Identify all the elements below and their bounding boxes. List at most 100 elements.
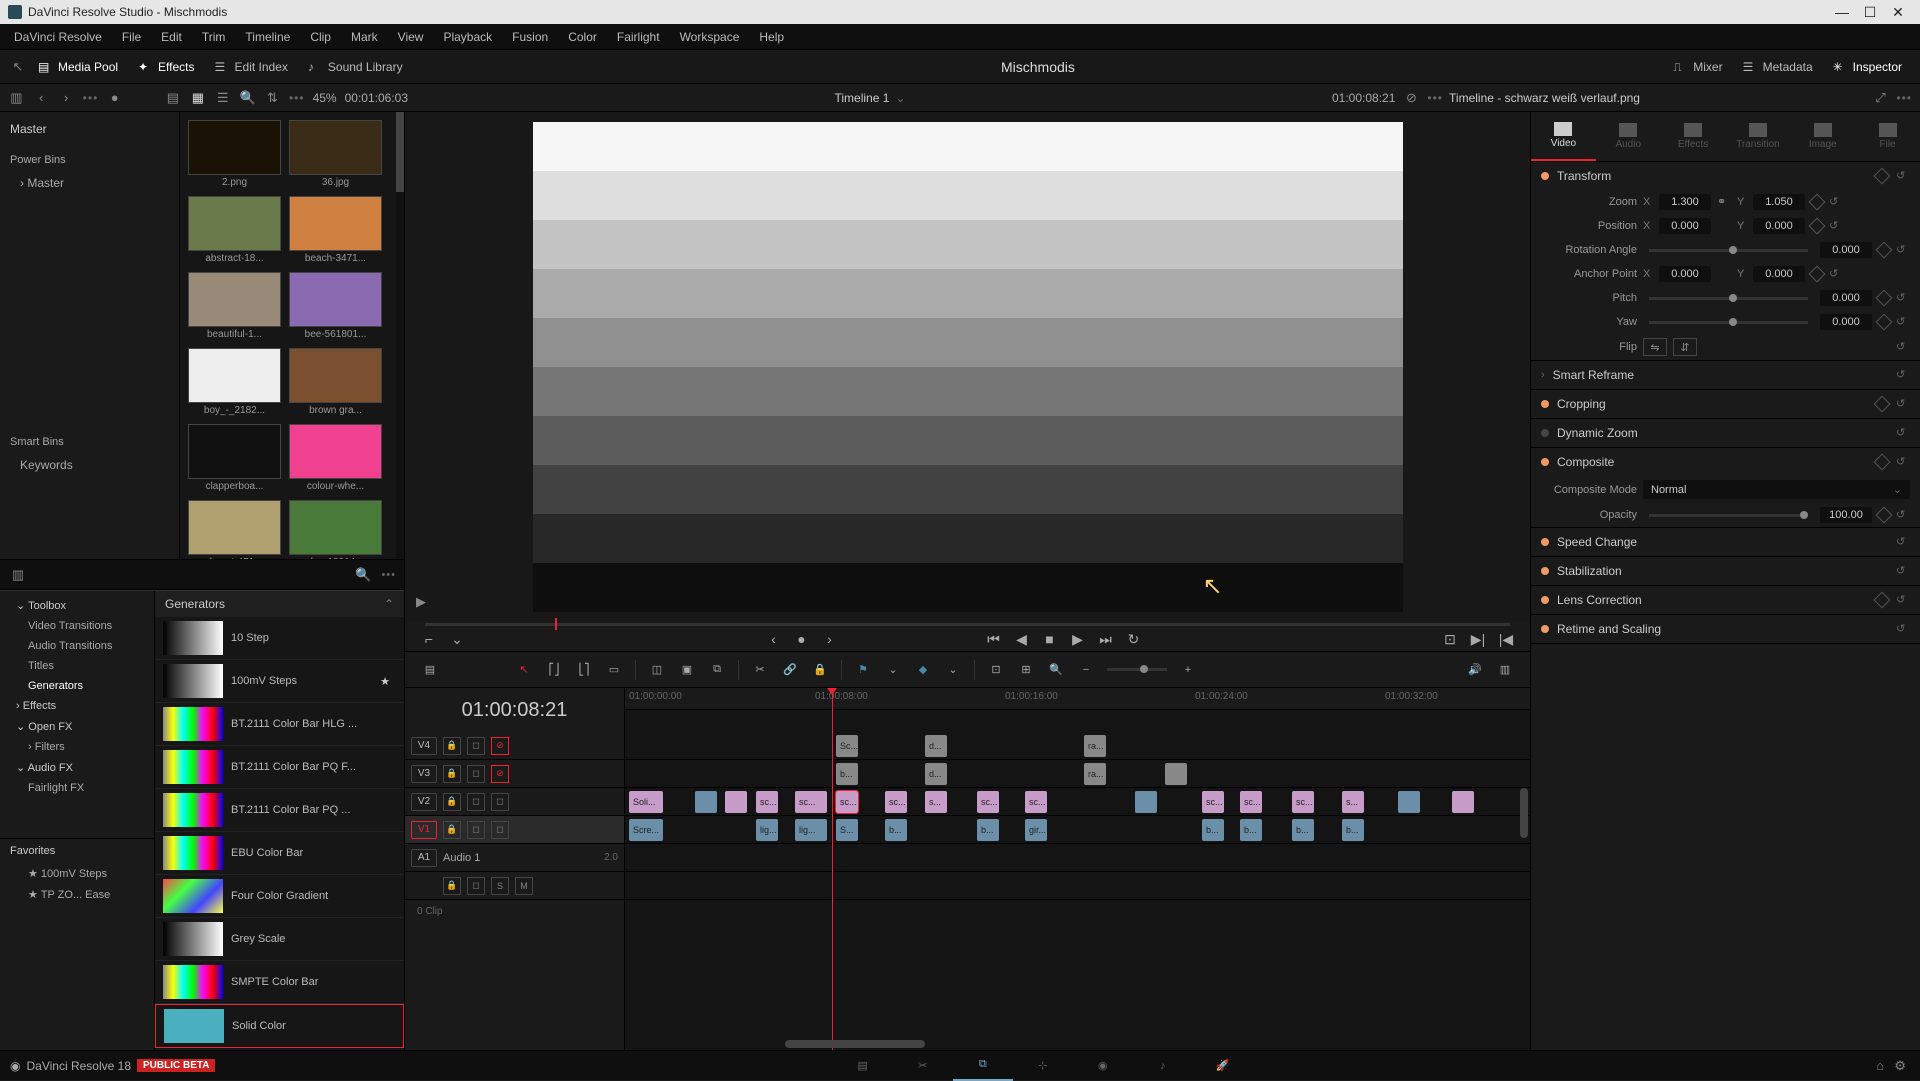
stop-button[interactable]: ■: [1038, 627, 1062, 651]
generator-item[interactable]: BT.2111 Color Bar PQ F...: [155, 746, 404, 789]
fusion-page-button[interactable]: ⊹: [1013, 1051, 1073, 1081]
track-auto-icon[interactable]: ◻: [467, 765, 485, 783]
menu-color[interactable]: Color: [558, 30, 607, 44]
close-button[interactable]: ✕: [1884, 4, 1912, 21]
cropping-header[interactable]: Cropping↺: [1531, 390, 1920, 418]
zoom-level[interactable]: 45%: [313, 91, 337, 105]
mark-dropdown-icon[interactable]: ⌄: [445, 627, 469, 651]
strip-view-icon[interactable]: ▤: [165, 88, 182, 108]
timeline-clip[interactable]: b...: [1292, 819, 1314, 841]
keyframe-dot-icon[interactable]: ●: [790, 627, 814, 651]
inspector-tab-effects[interactable]: Effects: [1661, 112, 1726, 161]
timeline-clip[interactable]: sc...: [885, 791, 907, 813]
reset-icon[interactable]: ↺: [1896, 426, 1910, 440]
audio-mute-button[interactable]: M: [515, 877, 533, 895]
menu-trim[interactable]: Trim: [192, 30, 236, 44]
media-item[interactable]: dog-18014...: [289, 500, 382, 559]
menu-fairlight[interactable]: Fairlight: [607, 30, 670, 44]
inspector-toggle[interactable]: ✳Inspector: [1823, 56, 1912, 78]
fx-generators[interactable]: Generators: [0, 676, 154, 696]
smart-bins-header[interactable]: Smart Bins: [0, 430, 179, 454]
enable-dot[interactable]: [1541, 429, 1549, 437]
timeline-clip[interactable]: b...: [836, 763, 858, 785]
enable-dot[interactable]: [1541, 625, 1549, 633]
reset-icon[interactable]: ↺: [1896, 564, 1910, 578]
timeline-clip[interactable]: S...: [836, 819, 858, 841]
expand-icon[interactable]: ⤢: [1870, 88, 1890, 108]
track-v4-select[interactable]: V4: [411, 737, 437, 755]
flip-v-button[interactable]: ⇵: [1673, 338, 1697, 356]
smart-reframe-header[interactable]: ›Smart Reframe↺: [1531, 361, 1920, 389]
reset-icon[interactable]: ↺: [1829, 195, 1843, 209]
track-lock-icon[interactable]: 🔒: [443, 737, 461, 755]
timeline-clip[interactable]: gir...: [1025, 819, 1047, 841]
zoom-out-icon[interactable]: −: [1073, 657, 1099, 683]
menu-file[interactable]: File: [112, 30, 151, 44]
reset-icon[interactable]: ↺: [1896, 291, 1910, 305]
timeline-selector[interactable]: Timeline 1: [835, 91, 890, 105]
track-v3-row[interactable]: b...d...ra...: [625, 760, 1530, 788]
menu-workspace[interactable]: Workspace: [670, 30, 750, 44]
media-item[interactable]: beautiful-1...: [188, 272, 281, 340]
fairlight-page-button[interactable]: ♪: [1133, 1051, 1193, 1081]
track-lock-icon[interactable]: 🔒: [443, 793, 461, 811]
anchor-y-input[interactable]: 0.000: [1753, 266, 1805, 282]
menu-davinci[interactable]: DaVinci Resolve: [4, 30, 112, 44]
media-item[interactable]: abstract-18...: [188, 196, 281, 264]
timeline-clip[interactable]: lig...: [795, 819, 827, 841]
timeline-clip[interactable]: sc...: [756, 791, 778, 813]
yaw-slider[interactable]: [1649, 321, 1808, 324]
track-v4-row[interactable]: Sc...d...ra...: [625, 732, 1530, 760]
keyframe-icon[interactable]: [1809, 218, 1826, 235]
timeline-clip[interactable]: [1398, 791, 1420, 813]
keyframe-icon[interactable]: [1876, 507, 1893, 524]
record-icon[interactable]: ●: [106, 88, 123, 108]
generator-item[interactable]: Grey Scale: [155, 918, 404, 961]
timeline-clip[interactable]: ra...: [1084, 735, 1106, 757]
fx-search-icon[interactable]: 🔍: [353, 565, 373, 585]
reset-icon[interactable]: ↺: [1896, 593, 1910, 607]
mixer-toggle[interactable]: ⎍Mixer: [1663, 56, 1732, 78]
edit-page-button[interactable]: ⧉: [953, 1051, 1013, 1081]
pos-y-input[interactable]: 0.000: [1753, 218, 1805, 234]
timeline-clip[interactable]: [1135, 791, 1157, 813]
options-icon[interactable]: •••: [83, 91, 99, 105]
razor-icon[interactable]: ✂: [747, 657, 773, 683]
audio-lock-icon[interactable]: 🔒: [443, 877, 461, 895]
enable-dot[interactable]: [1541, 458, 1549, 466]
timeline-clip[interactable]: sc...: [1240, 791, 1262, 813]
rotation-slider[interactable]: [1649, 249, 1808, 252]
first-frame-button[interactable]: ⏮: [982, 627, 1006, 651]
fx-options-icon[interactable]: •••: [381, 569, 396, 581]
zoom-x-input[interactable]: 1.300: [1659, 194, 1711, 210]
zoom-slider[interactable]: [1107, 668, 1167, 671]
inspector-tab-file[interactable]: File: [1855, 112, 1920, 161]
play-button[interactable]: ▶: [1066, 627, 1090, 651]
zoom-in-icon[interactable]: +: [1175, 657, 1201, 683]
timeline-timecode[interactable]: 01:00:08:21: [405, 688, 624, 732]
keyframe-icon[interactable]: [1874, 592, 1891, 609]
transform-section-header[interactable]: Transform ↺: [1531, 162, 1920, 190]
pitch-slider[interactable]: [1649, 297, 1808, 300]
prev-frame-button[interactable]: ◀: [1010, 627, 1034, 651]
fwd-icon[interactable]: ›: [58, 88, 75, 108]
keyframe-icon[interactable]: [1874, 396, 1891, 413]
home-icon[interactable]: ⌂: [1870, 1056, 1890, 1076]
generator-item[interactable]: 10 Step: [155, 617, 404, 660]
flip-h-button[interactable]: ⇋: [1643, 338, 1667, 356]
enable-dot[interactable]: [1541, 567, 1549, 575]
reset-icon[interactable]: ↺: [1896, 535, 1910, 549]
timeline-clip[interactable]: Soli...: [629, 791, 663, 813]
pitch-input[interactable]: 0.000: [1820, 290, 1872, 306]
link-icon[interactable]: 🔗: [777, 657, 803, 683]
metadata-toggle[interactable]: ☰Metadata: [1733, 56, 1823, 78]
timeline-clip[interactable]: [1452, 791, 1474, 813]
keyframe-icon[interactable]: [1809, 194, 1826, 211]
fx-openfx[interactable]: ⌄ Open FX: [0, 716, 154, 737]
timeline-clip[interactable]: b...: [885, 819, 907, 841]
generator-item[interactable]: BT.2111 Color Bar PQ ...: [155, 789, 404, 832]
pos-x-input[interactable]: 0.000: [1659, 218, 1711, 234]
retime-header[interactable]: Retime and Scaling↺: [1531, 615, 1920, 643]
menu-timeline[interactable]: Timeline: [235, 30, 300, 44]
media-item[interactable]: boy_-_2182...: [188, 348, 281, 416]
